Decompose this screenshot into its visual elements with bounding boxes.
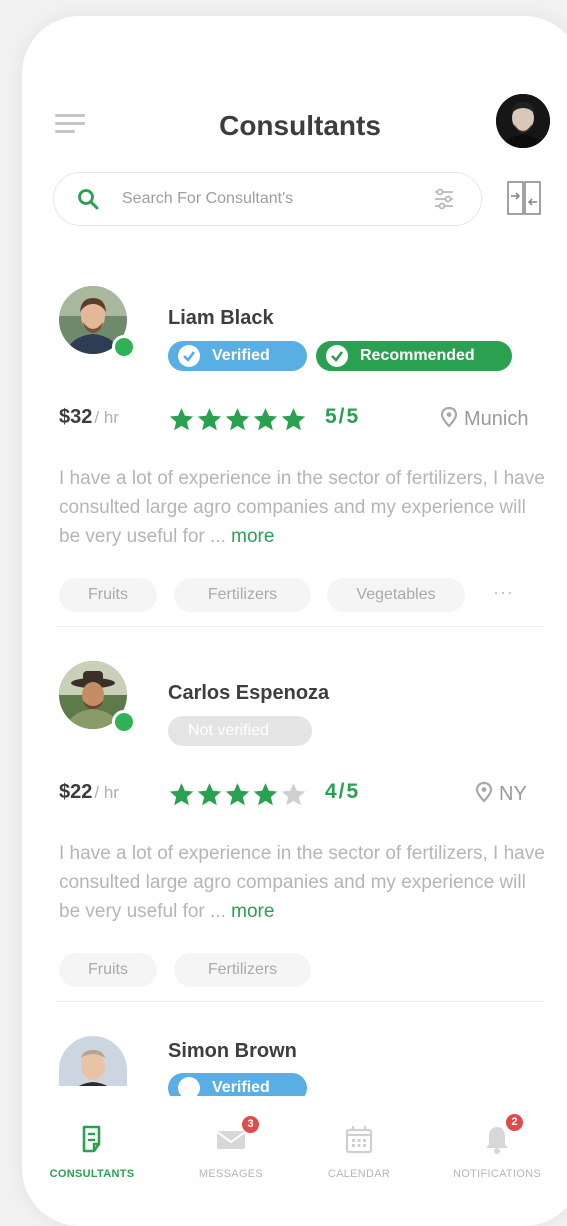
verified-badge: Verified — [168, 1073, 307, 1096]
check-icon — [178, 1077, 200, 1096]
app-screen: Consultants Search For Consultant's Liam… — [22, 16, 567, 1226]
badge-label: Verified — [212, 1079, 270, 1096]
calendar-icon — [342, 1122, 376, 1156]
tab-label: NOTIFICATIONS — [452, 1168, 542, 1180]
tab-messages[interactable]: 3 MESSAGES — [166, 1116, 296, 1180]
tag-chip[interactable]: Fruits — [59, 953, 157, 987]
rating-score: 5/5 — [325, 405, 361, 428]
bottom-tab-bar: CONSULTANTS 3 MESSAGES CALENDAR 2 NOTIFI… — [22, 1102, 567, 1212]
search-bar — [53, 172, 482, 226]
location: Munich — [440, 406, 528, 431]
page-title: Consultants — [219, 110, 381, 141]
user-avatar[interactable] — [496, 94, 550, 148]
consultant-card[interactable]: Simon Brown Verified — [57, 1036, 547, 1096]
consultant-name: Simon Brown — [168, 1040, 297, 1062]
location-pin-icon — [440, 406, 458, 428]
price-value: $32 — [59, 406, 93, 428]
hourly-price: $32/ hr — [59, 406, 119, 429]
search-input[interactable] — [122, 187, 382, 211]
star-empty-icon — [281, 783, 306, 806]
consultant-description: I have a lot of experience in the sector… — [59, 464, 545, 551]
location-pin-icon — [475, 781, 493, 803]
consultant-card[interactable]: Liam Black Verified Recommended $32/ hr … — [57, 286, 547, 627]
price-unit: / hr — [94, 783, 119, 802]
description-text: I have a lot of experience in the sector… — [59, 843, 545, 922]
description-text: I have a lot of experience in the sector… — [59, 468, 545, 547]
verified-badge: Verified — [168, 341, 307, 371]
star-filled-icon — [169, 783, 194, 806]
check-icon — [326, 345, 348, 367]
tag-chip[interactable]: Fruits — [59, 578, 157, 612]
notifications-count-badge: 2 — [506, 1114, 523, 1131]
card-divider — [57, 626, 543, 627]
recommended-badge: Recommended — [316, 341, 512, 371]
tag-chip[interactable]: Fertilizers — [174, 953, 311, 987]
badge-label: Recommended — [360, 347, 475, 364]
more-link[interactable]: more — [231, 901, 274, 922]
price-value: $22 — [59, 781, 93, 803]
not-verified-badge: Not verified — [168, 716, 312, 746]
price-unit: / hr — [94, 408, 119, 427]
tab-calendar[interactable]: CALENDAR — [294, 1122, 424, 1180]
messages-count-badge: 3 — [242, 1116, 259, 1133]
tag-chip[interactable]: Vegetables — [327, 578, 465, 612]
consultant-description: I have a lot of experience in the sector… — [59, 839, 545, 926]
search-icon — [78, 189, 99, 210]
star-filled-icon — [281, 408, 306, 431]
filter-sliders-icon[interactable] — [430, 185, 458, 213]
consultant-avatar — [59, 1036, 127, 1086]
card-divider — [57, 1001, 543, 1002]
badge-label: Verified — [212, 347, 270, 364]
tag-chip[interactable]: Fertilizers — [174, 578, 311, 612]
consultant-card[interactable]: Carlos Espenoza Not verified $22/ hr 4/5… — [57, 661, 547, 1002]
tab-notifications[interactable]: 2 NOTIFICATIONS — [432, 1114, 562, 1180]
tab-label: CALENDAR — [327, 1168, 391, 1180]
star-rating — [168, 406, 308, 432]
compare-icon[interactable] — [504, 178, 544, 218]
star-filled-icon — [253, 408, 278, 431]
location-text: Munich — [464, 408, 529, 430]
online-status-dot — [112, 710, 136, 734]
document-icon — [75, 1122, 109, 1156]
mail-icon: 3 — [214, 1116, 259, 1156]
online-status-dot — [112, 335, 136, 359]
check-icon — [178, 345, 200, 367]
rating-score: 4/5 — [325, 780, 361, 803]
location: NY — [475, 781, 527, 806]
consultant-name: Liam Black — [168, 307, 274, 329]
star-filled-icon — [197, 408, 222, 431]
bell-icon: 2 — [480, 1114, 523, 1156]
star-filled-icon — [225, 408, 250, 431]
tab-label: MESSAGES — [198, 1168, 264, 1180]
more-link[interactable]: more — [231, 526, 274, 547]
more-tags-icon[interactable]: ··· — [493, 582, 514, 603]
consultant-name: Carlos Espenoza — [168, 682, 330, 704]
star-filled-icon — [253, 783, 278, 806]
tab-label: CONSULTANTS — [49, 1168, 135, 1180]
star-filled-icon — [197, 783, 222, 806]
hourly-price: $22/ hr — [59, 781, 119, 804]
star-filled-icon — [225, 783, 250, 806]
location-text: NY — [499, 783, 527, 805]
star-rating — [168, 781, 308, 807]
star-filled-icon — [169, 408, 194, 431]
tab-consultants[interactable]: CONSULTANTS — [27, 1122, 157, 1180]
